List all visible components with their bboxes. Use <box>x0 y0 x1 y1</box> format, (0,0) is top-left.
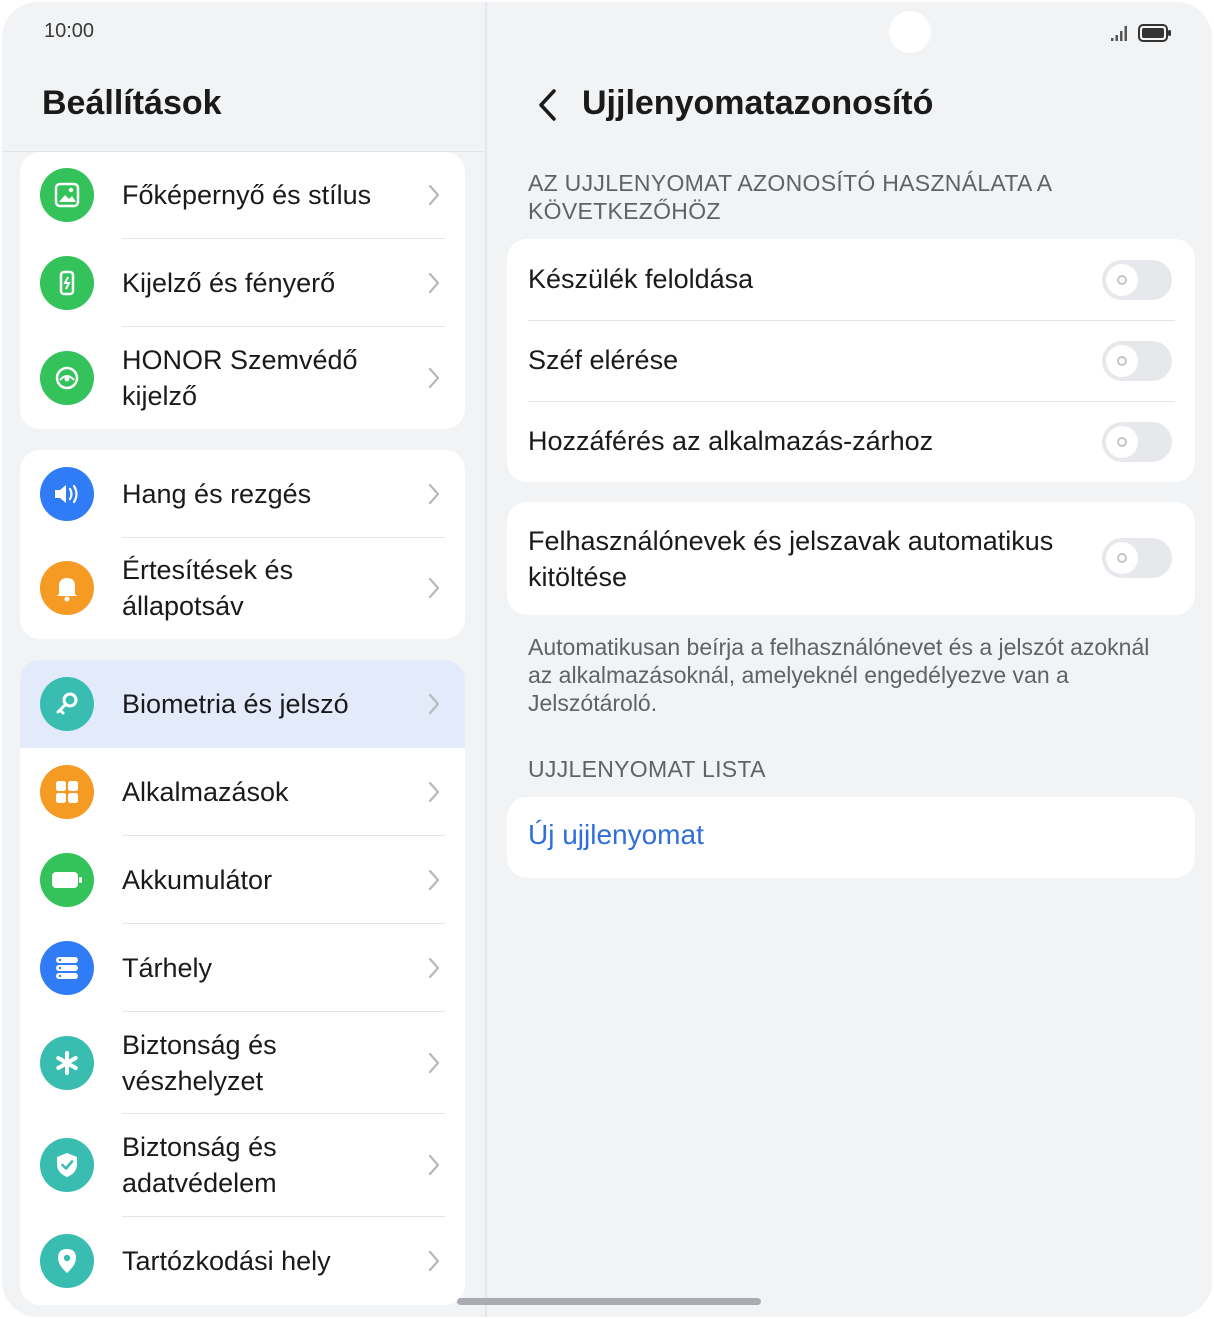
settings-item-notifications[interactable]: Értesítések és állapotsáv <box>20 538 465 639</box>
usage-toggles-card: Készülék feloldása Széf elérése Hozzáfér… <box>507 239 1195 482</box>
settings-item-label: Kijelző és fényerő <box>122 268 336 298</box>
chevron-right-icon <box>428 957 440 979</box>
battery-setting-icon <box>40 853 94 907</box>
chevron-right-icon <box>428 577 440 599</box>
chevron-right-icon <box>428 184 440 206</box>
eye-comfort-icon <box>40 351 94 405</box>
autofill-card: Felhasználónevek és jelszavak automatiku… <box>507 502 1195 615</box>
section-header-fingerprint-list: UJJLENYOMAT LISTA <box>528 756 766 782</box>
settings-group-display: Főképernyő és stílus Kijelző és fényerő … <box>20 152 465 429</box>
settings-item-privacy[interactable]: Biztonság és adatvédelem <box>20 1114 465 1217</box>
status-icons <box>1110 22 1172 44</box>
shield-icon <box>40 1138 94 1192</box>
settings-item-label: Biztonság és vészhelyzet <box>122 1030 277 1096</box>
toggle-label: Széf elérése <box>528 345 679 375</box>
safe-access-toggle[interactable] <box>1102 341 1172 381</box>
autofill-toggle[interactable] <box>1102 538 1172 578</box>
chevron-right-icon <box>428 869 440 891</box>
emergency-icon <box>40 1036 94 1090</box>
settings-item-label: Biometria és jelszó <box>122 689 349 719</box>
chevron-right-icon <box>428 483 440 505</box>
status-time: 10:00 <box>44 20 95 42</box>
settings-item-battery[interactable]: Akkumulátor <box>20 836 465 924</box>
settings-list-pane: Főképernyő és stílus Kijelző és fényerő … <box>2 2 485 1317</box>
display-icon <box>40 256 94 310</box>
settings-item-label: Biztonság és adatvédelem <box>122 1132 277 1198</box>
settings-item-storage[interactable]: Tárhely <box>20 924 465 1012</box>
app-lock-toggle[interactable] <box>1102 422 1172 462</box>
device-screen: Főképernyő és stílus Kijelző és fényerő … <box>2 2 1212 1317</box>
settings-item-home-screen[interactable]: Főképernyő és stílus <box>20 152 465 239</box>
new-fingerprint-card[interactable]: Új ujjlenyomat <box>507 797 1195 878</box>
page-title: Ujjlenyomatazonosító <box>582 84 934 122</box>
bell-icon <box>40 561 94 615</box>
chevron-right-icon <box>428 367 440 389</box>
divider <box>528 401 1175 402</box>
settings-item-location[interactable]: Tartózkodási hely <box>20 1217 465 1305</box>
settings-item-label: Értesítések és állapotsáv <box>122 555 294 621</box>
chevron-right-icon <box>428 1250 440 1272</box>
settings-group-sound: Hang és rezgés Értesítések és állapotsáv <box>20 450 465 639</box>
front-camera <box>889 11 931 53</box>
settings-item-apps[interactable]: Alkalmazások <box>20 748 465 836</box>
page-title: Beállítások <box>42 84 222 122</box>
sound-icon <box>40 467 94 521</box>
settings-item-emergency[interactable]: Biztonság és vészhelyzet <box>20 1012 465 1114</box>
settings-item-label: HONOR Szemvédő kijelző <box>122 345 358 411</box>
new-fingerprint-link[interactable]: Új ujjlenyomat <box>528 819 704 851</box>
home-indicator[interactable] <box>457 1298 761 1305</box>
section-header-usage: AZ UJJLENYOMAT AZONOSÍTÓ HASZNÁLATA A KÖ… <box>528 170 1052 224</box>
back-arrow-icon[interactable] <box>532 86 564 124</box>
chevron-right-icon <box>428 272 440 294</box>
toggle-label: Felhasználónevek és jelszavak automatiku… <box>528 526 1054 592</box>
settings-item-label: Főképernyő és stílus <box>122 180 372 210</box>
autofill-description: Automatikusan beírja a felhasználónevet … <box>528 634 1150 716</box>
settings-item-sound[interactable]: Hang és rezgés <box>20 450 465 538</box>
device-unlock-toggle[interactable] <box>1102 260 1172 300</box>
settings-item-label: Hang és rezgés <box>122 479 312 509</box>
chevron-right-icon <box>428 1154 440 1176</box>
settings-item-display[interactable]: Kijelző és fényerő <box>20 239 465 327</box>
toggle-label: Készülék feloldása <box>528 264 754 294</box>
settings-item-label: Tartózkodási hely <box>122 1246 331 1276</box>
toggle-label: Hozzáférés az alkalmazás-zárhoz <box>528 426 934 456</box>
settings-item-biometrics[interactable]: Biometria és jelszó <box>20 660 465 748</box>
settings-item-label: Alkalmazások <box>122 777 289 807</box>
home-screen-icon <box>40 168 94 222</box>
storage-icon <box>40 941 94 995</box>
location-icon <box>40 1234 94 1288</box>
chevron-right-icon <box>428 781 440 803</box>
key-icon <box>40 677 94 731</box>
apps-icon <box>40 765 94 819</box>
battery-icon <box>1138 24 1171 42</box>
divider <box>528 320 1175 321</box>
settings-group-system: Biometria és jelszó Alkalmazások Akkumul… <box>20 660 465 1305</box>
settings-item-label: Tárhely <box>122 953 213 983</box>
chevron-right-icon <box>428 1052 440 1074</box>
settings-item-eye-comfort[interactable]: HONOR Szemvédő kijelző <box>20 327 465 429</box>
signal-icon <box>1111 26 1127 41</box>
settings-item-label: Akkumulátor <box>122 865 273 895</box>
chevron-right-icon <box>428 693 440 715</box>
